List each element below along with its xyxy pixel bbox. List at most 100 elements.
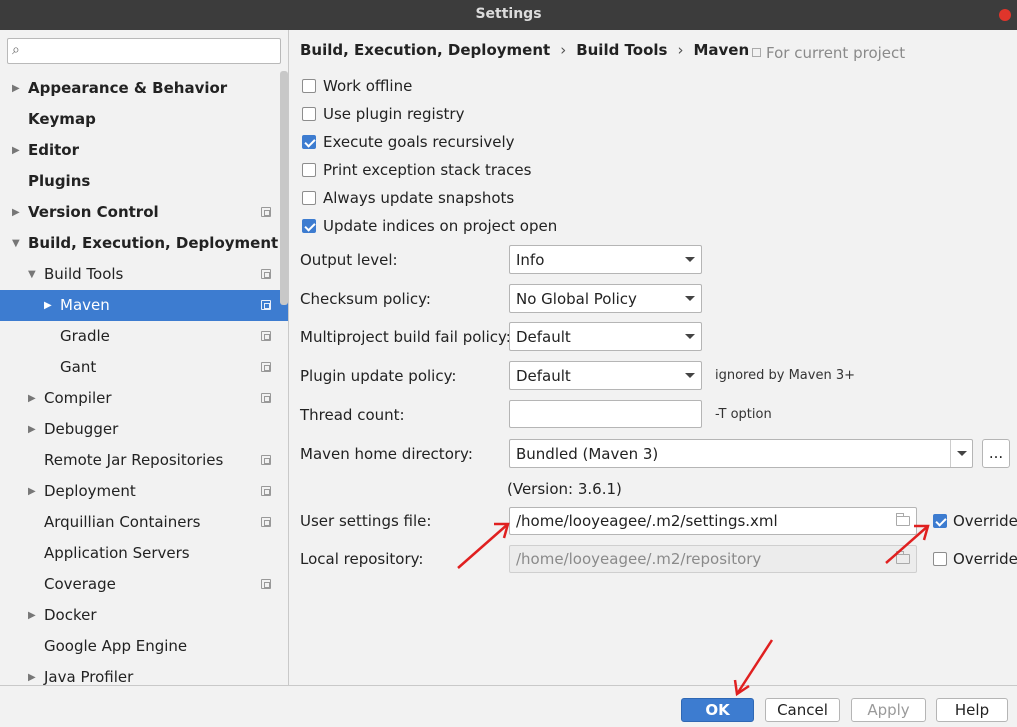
dropdown-value: Default: [516, 328, 571, 346]
sidebar-item-java-profiler[interactable]: ▶ Java Profiler: [0, 662, 288, 685]
input-value: /home/looyeagee/.m2/settings.xml: [516, 512, 778, 530]
project-scope-icon: [261, 362, 271, 372]
expand-arrow-icon[interactable]: ▼: [12, 228, 20, 259]
checkbox[interactable]: [302, 191, 316, 205]
project-scope-icon: [261, 300, 271, 310]
checksum-policy-dropdown[interactable]: No Global Policy: [509, 284, 702, 313]
dropdown-value: Bundled (Maven 3): [516, 445, 659, 463]
cancel-button[interactable]: Cancel: [765, 698, 840, 722]
plugin-update-policy-label: Plugin update policy:: [300, 367, 457, 385]
checkbox[interactable]: [302, 163, 316, 177]
checkbox[interactable]: [933, 552, 947, 566]
sidebar-item-label: Plugins: [28, 172, 91, 190]
sidebar-item-plugins[interactable]: Plugins: [0, 166, 288, 197]
sidebar-item-label: Editor: [28, 141, 79, 159]
sidebar-item-label: Build, Execution, Deployment: [28, 234, 279, 252]
settings-sidebar: ⌕ ▶ Appearance & Behavior Keymap ▶ Editor Plu…: [0, 30, 289, 685]
collapse-arrow-icon[interactable]: ▶: [44, 290, 52, 321]
ok-button[interactable]: OK: [681, 698, 754, 722]
sidebar-item-build-tools[interactable]: ▼ Build Tools: [0, 259, 288, 290]
user-settings-input[interactable]: /home/looyeagee/.m2/settings.xml: [509, 507, 917, 535]
multiproject-fail-policy-dropdown[interactable]: Default: [509, 322, 702, 351]
sidebar-item-deployment[interactable]: ▶ Deployment: [0, 476, 288, 507]
collapse-arrow-icon[interactable]: ▶: [12, 197, 20, 228]
sidebar-item-docker[interactable]: ▶ Docker: [0, 600, 288, 631]
project-scope-icon: [261, 517, 271, 527]
checkbox-label: Override: [953, 512, 1017, 530]
sidebar-item-label: Docker: [44, 606, 97, 624]
project-scope-icon: [261, 486, 271, 496]
breadcrumb-item[interactable]: Build Tools: [576, 41, 667, 59]
title-bar: Settings: [0, 0, 1017, 30]
checkbox[interactable]: [302, 79, 316, 93]
project-scope-icon: [752, 48, 761, 57]
checkbox[interactable]: [302, 107, 316, 121]
chevron-down-icon: [685, 373, 695, 378]
chevron-down-icon: [685, 257, 695, 262]
checkbox[interactable]: [302, 219, 316, 233]
sidebar-item-debugger[interactable]: ▶ Debugger: [0, 414, 288, 445]
window-title: Settings: [475, 6, 542, 22]
user-settings-label: User settings file:: [300, 512, 432, 530]
sidebar-item-google-app-engine[interactable]: Google App Engine: [0, 631, 288, 662]
breadcrumb-item: Maven: [693, 41, 750, 59]
checkbox-label: Print exception stack traces: [323, 161, 532, 179]
sidebar-item-coverage[interactable]: Coverage: [0, 569, 288, 600]
project-scope-icon: [261, 579, 271, 589]
folder-icon[interactable]: [896, 513, 910, 526]
sidebar-item-label: Remote Jar Repositories: [44, 451, 224, 469]
sidebar-item-label: Debugger: [44, 420, 119, 438]
collapse-arrow-icon[interactable]: ▶: [28, 414, 36, 445]
sidebar-item-maven[interactable]: ▶ Maven: [0, 290, 288, 321]
expand-arrow-icon[interactable]: ▼: [28, 259, 36, 290]
collapse-arrow-icon[interactable]: ▶: [28, 662, 36, 685]
checkbox-label: Work offline: [323, 77, 413, 95]
sidebar-item-label: Google App Engine: [44, 637, 188, 655]
project-scope-icon: [261, 269, 271, 279]
project-scope-icon: [261, 207, 271, 217]
close-window-button[interactable]: [999, 9, 1011, 21]
search-input[interactable]: ⌕: [7, 38, 281, 64]
checkbox-label: Use plugin registry: [323, 105, 465, 123]
sidebar-item-build-execution-deployment[interactable]: ▼ Build, Execution, Deployment: [0, 228, 288, 259]
sidebar-item-application-servers[interactable]: Application Servers: [0, 538, 288, 569]
checkbox-label: Execute goals recursively: [323, 133, 515, 151]
checkbox[interactable]: [302, 135, 316, 149]
apply-button[interactable]: Apply: [851, 698, 926, 722]
sidebar-item-gant[interactable]: Gant: [0, 352, 288, 383]
collapse-arrow-icon[interactable]: ▶: [12, 135, 20, 166]
sidebar-item-label: Keymap: [28, 110, 96, 128]
sidebar-scrollbar[interactable]: [280, 71, 288, 305]
collapse-arrow-icon[interactable]: ▶: [12, 73, 20, 104]
sidebar-item-compiler[interactable]: ▶ Compiler: [0, 383, 288, 414]
plugin-update-policy-dropdown[interactable]: Default: [509, 361, 702, 390]
sidebar-item-appearance-behavior[interactable]: ▶ Appearance & Behavior: [0, 73, 288, 104]
local-repository-label: Local repository:: [300, 550, 424, 568]
sidebar-item-remote-jar-repositories[interactable]: Remote Jar Repositories: [0, 445, 288, 476]
scope-note-label: For current project: [766, 44, 906, 62]
sidebar-item-arquillian-containers[interactable]: Arquillian Containers: [0, 507, 288, 538]
checkbox[interactable]: [933, 514, 947, 528]
collapse-arrow-icon[interactable]: ▶: [28, 600, 36, 631]
sidebar-item-gradle[interactable]: Gradle: [0, 321, 288, 352]
collapse-arrow-icon[interactable]: ▶: [28, 476, 36, 507]
help-button[interactable]: Help: [936, 698, 1008, 722]
sidebar-item-version-control[interactable]: ▶ Version Control: [0, 197, 288, 228]
collapse-arrow-icon[interactable]: ▶: [28, 383, 36, 414]
maven-home-dropdown[interactable]: Bundled (Maven 3): [509, 439, 973, 468]
maven-settings-panel: Build, Execution, Deployment › Build Tools…: [290, 30, 1017, 685]
plugin-update-policy-hint: ignored by Maven 3+: [715, 368, 855, 383]
sidebar-item-editor[interactable]: ▶ Editor: [0, 135, 288, 166]
chevron-down-icon[interactable]: [950, 440, 972, 467]
browse-maven-home-button[interactable]: ...: [982, 439, 1010, 468]
chevron-down-icon: [685, 334, 695, 339]
dropdown-value: Default: [516, 367, 571, 385]
thread-count-input[interactable]: [509, 400, 702, 428]
checkbox-label: Always update snapshots: [323, 189, 515, 207]
breadcrumb-separator: ›: [677, 41, 684, 59]
breadcrumb-item[interactable]: Build, Execution, Deployment: [300, 41, 550, 59]
sidebar-item-label: Version Control: [28, 203, 159, 221]
breadcrumb-separator: ›: [560, 41, 567, 59]
sidebar-item-keymap[interactable]: Keymap: [0, 104, 288, 135]
output-level-dropdown[interactable]: Info: [509, 245, 702, 274]
